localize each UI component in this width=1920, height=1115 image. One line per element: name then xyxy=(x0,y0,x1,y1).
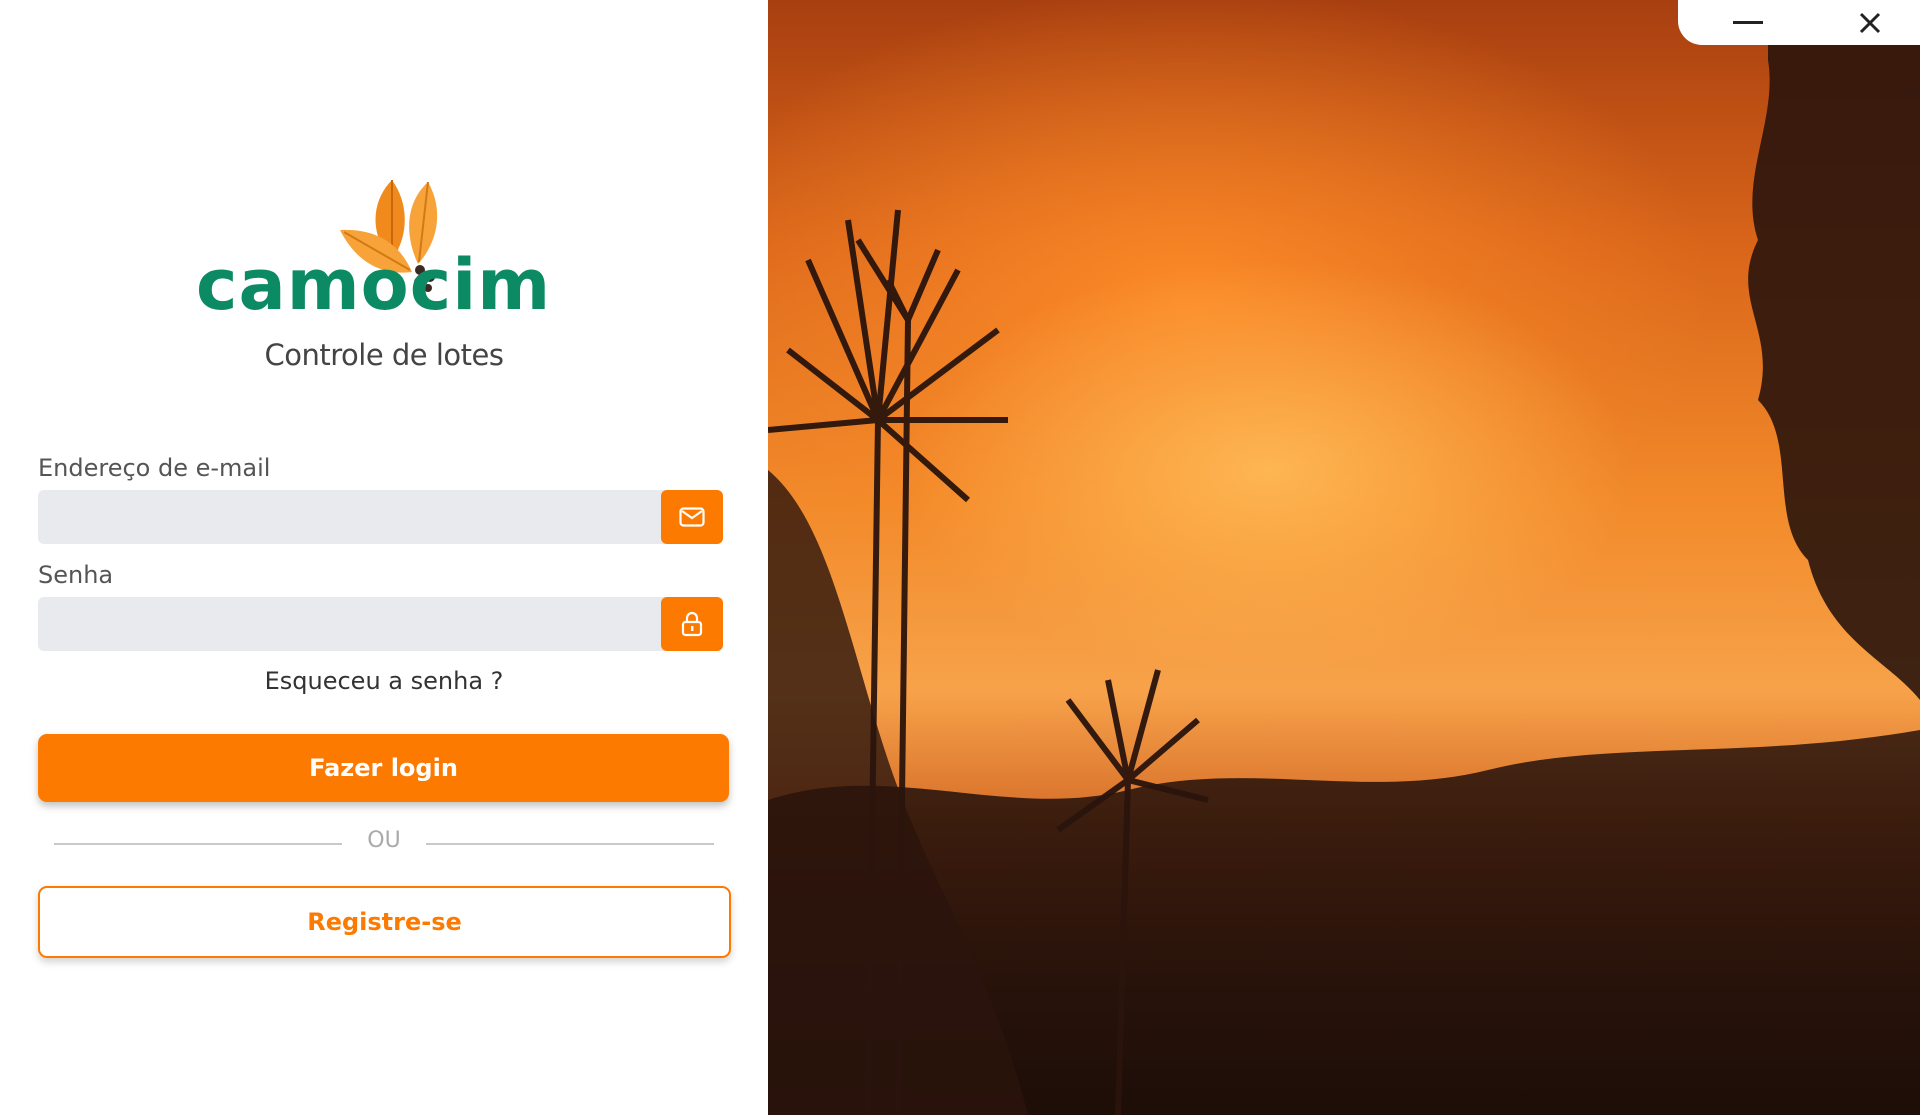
mail-icon xyxy=(661,490,723,544)
brand-name: camocim xyxy=(196,244,552,326)
lock-icon xyxy=(661,597,723,651)
window-controls xyxy=(1678,0,1920,45)
divider-label: OU xyxy=(367,828,401,853)
or-divider: OU xyxy=(54,828,714,853)
register-button[interactable]: Registre-se xyxy=(38,886,731,958)
password-label: Senha xyxy=(38,561,114,589)
brand-subtitle: Controle de lotes xyxy=(264,338,504,372)
sunset-background-image xyxy=(768,0,1920,1115)
forgot-password-link[interactable]: Esqueceu a senha ? xyxy=(0,667,768,695)
password-field-container xyxy=(38,597,723,651)
close-button[interactable] xyxy=(1840,0,1900,45)
email-label: Endereço de e-mail xyxy=(38,454,271,482)
minimize-icon xyxy=(1733,20,1763,24)
login-panel: camocim Controle de lotes Endereço de e-… xyxy=(0,0,768,1115)
password-field[interactable] xyxy=(38,597,680,651)
divider-line-right xyxy=(426,843,714,845)
login-button[interactable]: Fazer login xyxy=(38,734,729,802)
minimize-button[interactable] xyxy=(1718,0,1778,45)
close-icon xyxy=(1859,12,1881,33)
palm-silhouette xyxy=(768,0,1920,1115)
email-field-container xyxy=(38,490,723,544)
email-field[interactable] xyxy=(38,490,680,544)
